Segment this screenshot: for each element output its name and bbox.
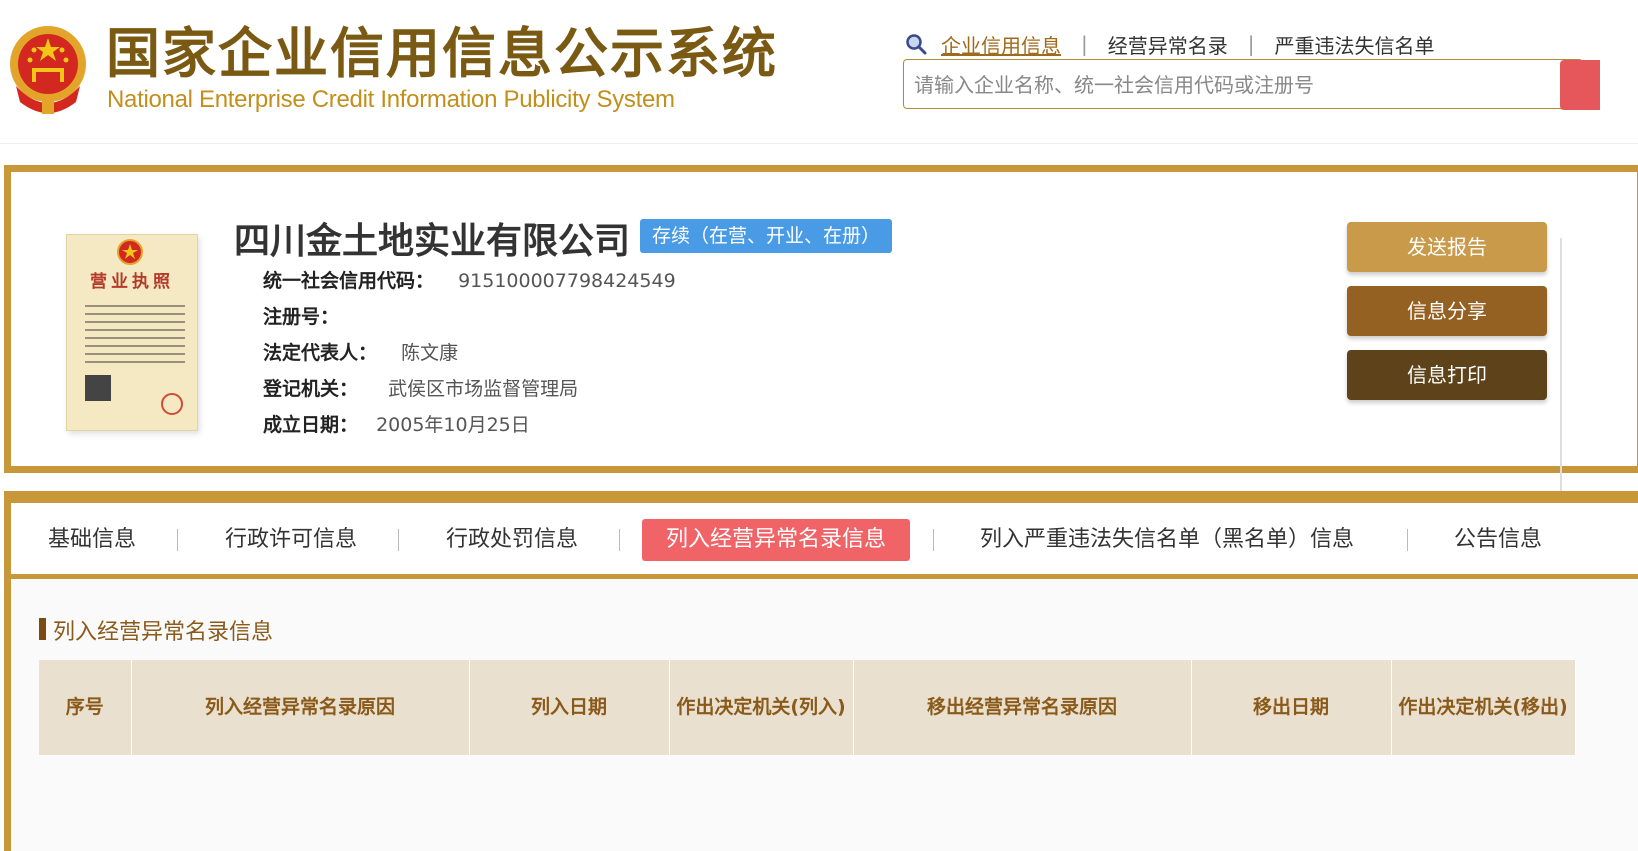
tab-divider (619, 529, 620, 551)
field-label: 法定代表人： (263, 342, 378, 364)
col-header: 列入经营异常名录原因 (131, 660, 470, 755)
nav-serious-violation-list[interactable]: 严重违法失信名单 (1275, 30, 1435, 59)
nav-separator: | (1081, 32, 1088, 56)
official-stamp-icon (161, 393, 183, 415)
col-header: 移出日期 (1191, 660, 1392, 755)
field-value: 武侯区市场监督管理局 (388, 378, 579, 400)
info-row-credit-code: 统一社会信用代码： 915100007798424549 (263, 266, 676, 293)
site-title-cn: 国家企业信用信息公示系统 (106, 22, 778, 85)
business-license-image: 营业执照 (66, 234, 198, 431)
search-icon (906, 34, 927, 55)
info-row-founded-date: 成立日期： 2005年10月25日 (263, 410, 530, 437)
field-label: 登记机关： (263, 378, 359, 400)
tab-divider (1407, 529, 1408, 551)
field-label: 统一社会信用代码： (263, 270, 435, 292)
license-text-lines (85, 305, 185, 369)
status-badge: 存续（在营、开业、在册） (640, 219, 893, 253)
license-title: 营业执照 (90, 272, 174, 292)
col-header: 列入日期 (469, 660, 670, 755)
company-name: 四川金土地实业有限公司 (234, 221, 631, 262)
tab-blacklist[interactable]: 列入严重违法失信名单（黑名单）信息 (980, 519, 1354, 561)
tab-divider (177, 529, 178, 551)
tab-divider (933, 529, 934, 551)
table-header-row: 序号 列入经营异常名录原因 列入日期 作出决定机关(列入) 移出经营异常名录原因… (39, 660, 1576, 755)
field-value: 915100007798424549 (458, 270, 676, 292)
site-header: 国家企业信用信息公示系统 National Enterprise Credit … (0, 0, 1638, 144)
abnormal-records-table: 序号 列入经营异常名录原因 列入日期 作出决定机关(列入) 移出经营异常名录原因… (39, 660, 1576, 755)
share-info-button[interactable]: 信息分享 (1347, 286, 1547, 336)
col-header: 作出决定机关(列入) (669, 660, 854, 755)
col-header: 作出决定机关(移出) (1391, 660, 1576, 755)
nav-enterprise-credit[interactable]: 企业信用信息 (941, 30, 1061, 59)
top-nav: 企业信用信息 | 经营异常名录 | 严重违法失信名单 (905, 30, 1435, 58)
site-title-en: National Enterprise Credit Information P… (107, 86, 675, 113)
search-box (903, 59, 1583, 110)
section-title: 列入经营异常名录信息 (39, 614, 273, 646)
emblem-icon (117, 239, 143, 265)
tab-divider (398, 529, 399, 551)
qr-code-icon (85, 375, 111, 401)
info-row-legal-rep: 法定代表人： 陈文康 (263, 338, 458, 365)
print-info-button[interactable]: 信息打印 (1347, 350, 1547, 400)
info-row-reg-number: 注册号： (263, 302, 357, 329)
nav-abnormal-list[interactable]: 经营异常名录 (1108, 30, 1228, 59)
field-value: 陈文康 (401, 342, 459, 364)
send-report-button[interactable]: 发送报告 (1347, 222, 1547, 272)
search-button[interactable] (1560, 60, 1600, 110)
tab-basic-info[interactable]: 基础信息 (48, 519, 136, 561)
col-header: 序号 (39, 660, 132, 755)
field-label: 成立日期： (263, 414, 359, 436)
tab-abnormal-list[interactable]: 列入经营异常名录信息 (642, 519, 911, 561)
field-value: 2005年10月25日 (376, 414, 530, 436)
tab-admin-penalty[interactable]: 行政处罚信息 (446, 519, 578, 561)
tab-announcements[interactable]: 公告信息 (1454, 519, 1542, 561)
search-input[interactable] (904, 60, 1556, 110)
nav-separator: | (1247, 32, 1255, 56)
field-label: 注册号： (263, 306, 340, 328)
national-emblem-icon (10, 26, 86, 114)
col-header: 移出经营异常名录原因 (853, 660, 1192, 755)
info-row-reg-authority: 登记机关： 武侯区市场监督管理局 (263, 374, 578, 401)
tab-admin-license[interactable]: 行政许可信息 (225, 519, 357, 561)
